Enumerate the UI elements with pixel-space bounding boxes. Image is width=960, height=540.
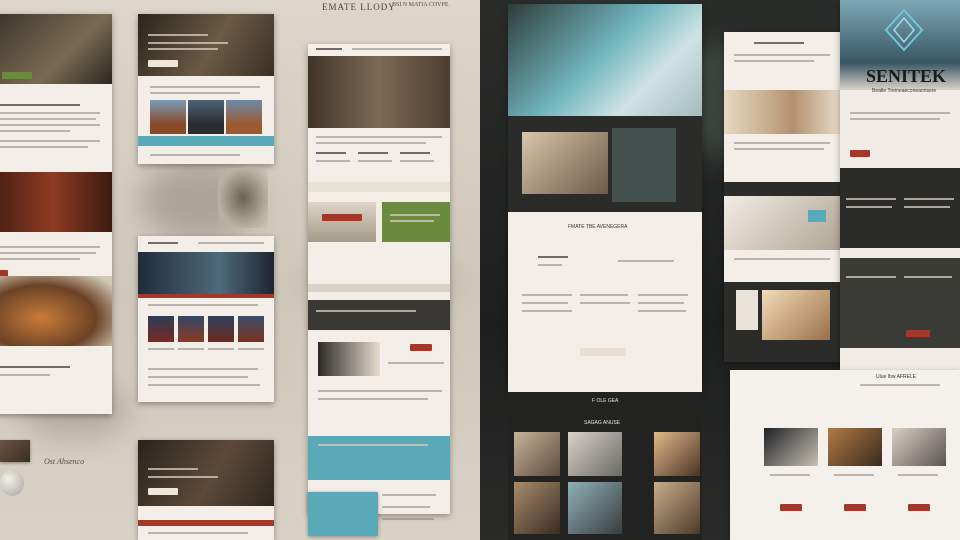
dark-panel (840, 258, 960, 348)
room-image (308, 202, 376, 242)
hero-button[interactable] (148, 60, 178, 67)
right-collage: FMATE TBE AVENEGERA F OLE GEA SAGAG ANUS… (480, 0, 960, 540)
house-illustration (0, 276, 112, 346)
light-card (736, 290, 758, 330)
red-button[interactable] (844, 504, 866, 511)
photo-tile (208, 316, 234, 342)
photo-tile (148, 316, 174, 342)
diamond-logo-icon (884, 8, 924, 68)
abstract-hero (508, 4, 702, 124)
interior-image (764, 428, 818, 466)
logo-tagline: Beatle Tremeaeconeaonsere (872, 88, 937, 94)
interior-image (318, 342, 380, 376)
dark-mid-title: F OLE GEA (592, 398, 619, 404)
dark-panel (840, 168, 960, 248)
gallery-tile (514, 432, 560, 476)
mockup-page-1 (0, 14, 112, 414)
gallery-tile (654, 482, 700, 534)
top-banner-sub: BSI N MATIA COVPE (392, 2, 449, 8)
teal-card (308, 492, 378, 536)
photo-tile (188, 100, 224, 134)
interior-image (724, 90, 840, 134)
dark-mid-caption: FMATE TBE AVENEGERA (568, 224, 628, 230)
red-strip (138, 294, 274, 298)
red-button[interactable] (906, 330, 930, 337)
interior-image (892, 428, 946, 466)
red-button[interactable] (908, 504, 930, 511)
red-button[interactable] (850, 150, 870, 157)
green-panel (382, 202, 450, 242)
mockup-page-4 (138, 440, 274, 540)
kitchen-image (522, 132, 608, 194)
tree-illustration (218, 168, 268, 228)
mockup-page-6: FMATE TBE AVENEGERA (508, 4, 702, 392)
thumbnail-image (0, 440, 30, 462)
red-button[interactable] (780, 504, 802, 511)
gallery-tile (568, 432, 622, 476)
gallery-tile (514, 482, 560, 534)
stone-image (0, 470, 24, 496)
lake-image (138, 252, 274, 294)
red-strip (138, 520, 274, 526)
red-button[interactable] (410, 344, 432, 351)
hero-image (138, 440, 274, 506)
hero-button[interactable] (148, 488, 178, 495)
top-banner-text: EMATE LLODY (322, 2, 396, 12)
gallery-tile (654, 432, 700, 476)
mockup-page-5 (308, 44, 450, 514)
photo-tile (226, 100, 262, 134)
right-caption: Ulue Ibw AFRELE (876, 374, 917, 380)
room-image (724, 196, 840, 250)
divider-band (308, 182, 450, 192)
mockup-page-3 (138, 236, 274, 402)
dark-strip (724, 182, 840, 196)
photo-tile (150, 100, 186, 134)
hero-image (308, 56, 450, 128)
red-button[interactable] (322, 214, 362, 221)
teal-art (808, 210, 826, 222)
cta-button[interactable] (2, 72, 32, 79)
bedroom-image (762, 290, 830, 340)
section-label: SAGAG ANUSE (584, 420, 621, 426)
gallery-tile (568, 482, 622, 534)
photo-tile (178, 316, 204, 342)
divider-band (308, 284, 450, 292)
teal-bar (138, 136, 274, 146)
mockup-page-2 (138, 14, 274, 164)
left-collage: Ost Ahsenco EMATE LLODY BSI N MATIA COVP… (0, 0, 480, 540)
mockup-page-7 (724, 32, 840, 362)
input-box[interactable] (580, 348, 626, 356)
mockup-page-9: Ulue Ibw AFRELE (730, 370, 960, 540)
interior-image (828, 428, 882, 466)
feature-image (0, 172, 112, 232)
dark-strip (308, 300, 450, 330)
logo: SENITEK (866, 66, 947, 86)
bottom-signature: Ost Ahsenco (44, 457, 85, 466)
dark-image (612, 128, 676, 202)
teal-section (308, 436, 450, 480)
photo-tile (238, 316, 264, 342)
